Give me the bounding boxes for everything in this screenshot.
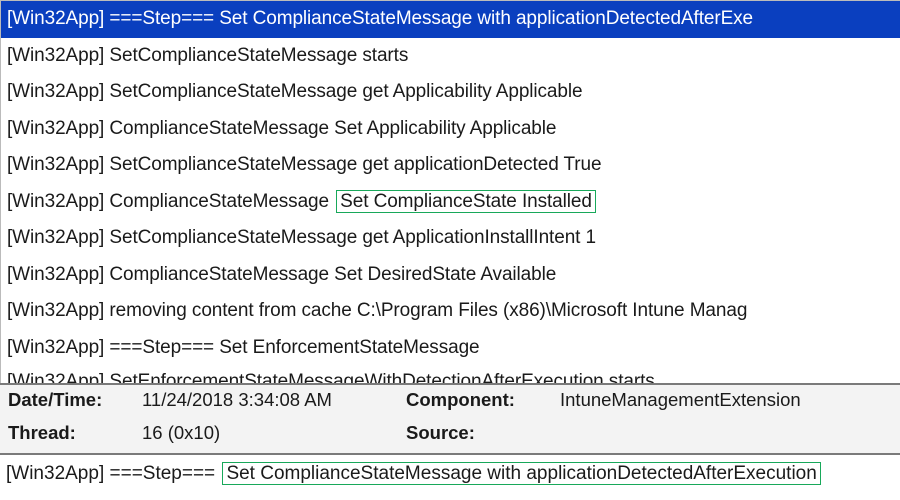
log-line[interactable]: [Win32App] ===Step=== Set ComplianceStat…	[1, 1, 900, 38]
log-line[interactable]: [Win32App] ===Step=== Set EnforcementSta…	[1, 330, 900, 367]
component-label: Component:	[406, 389, 556, 418]
source-label: Source:	[406, 422, 556, 451]
component-value: IntuneManagementExtension	[560, 389, 892, 418]
highlight-box: Set ComplianceState Installed	[336, 190, 596, 213]
log-text: [Win32App] SetComplianceStateMessage get…	[7, 227, 596, 248]
highlight-box: Set ComplianceStateMessage with applicat…	[222, 462, 820, 485]
log-line[interactable]: [Win32App] ComplianceStateMessage Set Co…	[1, 184, 900, 221]
log-line[interactable]: [Win32App] ComplianceStateMessage Set Ap…	[1, 111, 900, 148]
preview-pane[interactable]: [Win32App] ===Step=== Set ComplianceStat…	[0, 453, 900, 498]
log-pane[interactable]: [Win32App] ===Step=== Set ComplianceStat…	[0, 0, 900, 383]
log-line[interactable]: [Win32App] SetEnforcementStateMessageWit…	[1, 366, 900, 383]
source-value	[560, 422, 892, 451]
log-text: [Win32App] SetComplianceStateMessage get…	[7, 154, 601, 175]
log-line[interactable]: [Win32App] SetComplianceStateMessage get…	[1, 220, 900, 257]
log-text: [Win32App] SetEnforcementStateMessageWit…	[7, 371, 655, 383]
datetime-label: Date/Time:	[8, 389, 138, 418]
log-text: [Win32App] ComplianceStateMessage Set Ap…	[7, 118, 556, 139]
log-line[interactable]: [Win32App] ComplianceStateMessage Set De…	[1, 257, 900, 294]
log-text: [Win32App] ComplianceStateMessage Set De…	[7, 264, 556, 285]
log-line[interactable]: [Win32App] removing content from cache C…	[1, 293, 900, 330]
log-text: [Win32App] ===Step=== Set ComplianceStat…	[7, 8, 753, 29]
log-line[interactable]: [Win32App] SetComplianceStateMessage get…	[1, 147, 900, 184]
log-text: [Win32App] SetComplianceStateMessage get…	[7, 81, 582, 102]
thread-value: 16 (0x10)	[142, 422, 402, 451]
log-line[interactable]: [Win32App] SetComplianceStateMessage sta…	[1, 38, 900, 75]
details-pane: Date/Time: 11/24/2018 3:34:08 AM Compone…	[0, 383, 900, 453]
thread-label: Thread:	[8, 422, 138, 451]
log-text: [Win32App] ===Step=== Set EnforcementSta…	[7, 337, 480, 358]
log-line[interactable]: [Win32App] SetComplianceStateMessage get…	[1, 74, 900, 111]
log-text: [Win32App] SetComplianceStateMessage sta…	[7, 45, 408, 66]
datetime-value: 11/24/2018 3:34:08 AM	[142, 389, 402, 418]
preview-prefix: [Win32App] ===Step===	[6, 463, 220, 484]
log-text: [Win32App] ComplianceStateMessage	[7, 191, 334, 212]
log-text: [Win32App] removing content from cache C…	[7, 300, 747, 321]
